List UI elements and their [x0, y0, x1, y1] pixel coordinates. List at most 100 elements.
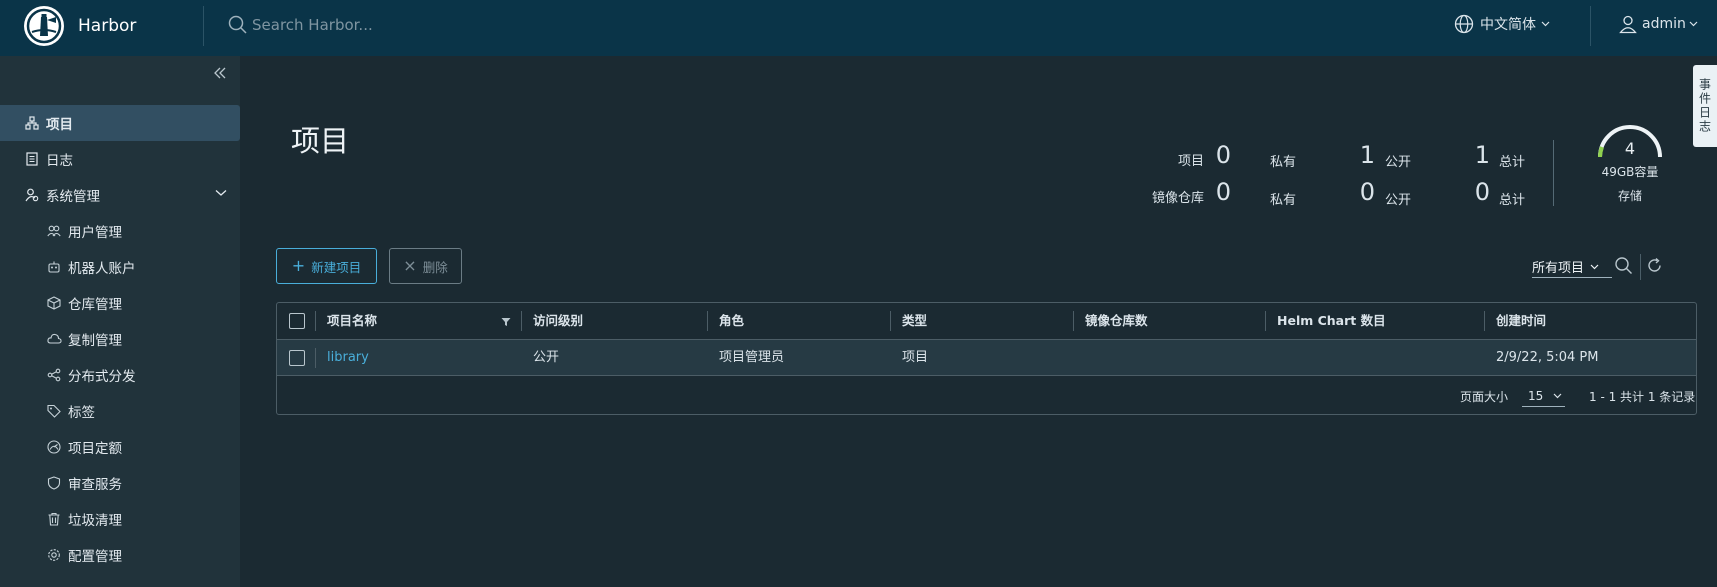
sidebar-item-label: 机器人账户: [68, 261, 136, 277]
gear-icon: [46, 547, 62, 563]
refresh-icon[interactable]: [1646, 257, 1663, 274]
column-header-type[interactable]: 类型: [892, 303, 927, 339]
search-icon: [228, 15, 247, 34]
quota-icon: [46, 439, 62, 455]
sidebar-item-label: 垃圾清理: [68, 513, 122, 529]
event-log-tab[interactable]: 事件日志: [1693, 65, 1717, 147]
toolbar-divider: [1640, 254, 1641, 280]
sidebar-item-labels[interactable]: 标签: [0, 393, 240, 429]
log-icon: [24, 151, 40, 167]
sidebar-item-label: 仓库管理: [68, 297, 122, 313]
robot-icon: [46, 259, 62, 275]
page-size-select[interactable]: 15: [1522, 385, 1565, 407]
chevron-down-icon: [1541, 21, 1550, 27]
pagination-info: 1 - 1 共计 1 条记录: [1589, 390, 1696, 404]
column-divider: [1073, 311, 1074, 331]
column-header-chart-count[interactable]: Helm Chart 数目: [1267, 303, 1386, 339]
sidebar-item-quotas[interactable]: 项目定额: [0, 429, 240, 465]
row-checkbox[interactable]: [289, 350, 305, 366]
language-switcher[interactable]: 中文简体: [1454, 14, 1550, 34]
collapse-sidebar-button[interactable]: [213, 65, 227, 84]
sidebar-item-label: 审查服务: [68, 477, 122, 493]
delete-label: 删除: [422, 259, 448, 275]
sidebar-item-users[interactable]: 用户管理: [0, 213, 240, 249]
globe-icon: [1454, 14, 1474, 34]
stats-private-label: 私有: [1270, 193, 1297, 208]
column-divider: [707, 311, 708, 331]
sidebar-item-admin[interactable]: 系统管理: [0, 177, 240, 213]
chevron-down-icon: [1590, 264, 1599, 269]
chevron-down-icon: [1689, 21, 1698, 27]
sidebar: 项目 日志 系统管理 用户管理 机器人账户 仓库管理 复制管理 分布式分发 标签…: [0, 56, 240, 587]
stats-divider: [1553, 140, 1554, 206]
sidebar-item-label: 分布式分发: [68, 369, 136, 385]
share-icon: [46, 367, 62, 383]
delete-button[interactable]: × 删除: [389, 248, 462, 284]
sidebar-item-label: 项目: [46, 117, 73, 133]
projects-table: 项目名称 访问级别 角色 类型 镜像仓库数 Helm Chart 数目 创建时间…: [276, 302, 1697, 415]
stats-public-label: 公开: [1385, 155, 1412, 170]
column-divider: [1265, 311, 1266, 331]
cell-access: 公开: [533, 349, 560, 365]
cell-type: 项目: [902, 349, 929, 365]
sidebar-item-logs[interactable]: 日志: [0, 141, 240, 177]
column-header-created[interactable]: 创建时间: [1486, 303, 1546, 339]
sidebar-item-distribution[interactable]: 分布式分发: [0, 357, 240, 393]
brand[interactable]: Harbor: [24, 6, 136, 46]
harbor-logo-icon: [24, 6, 64, 46]
sidebar-item-replication[interactable]: 复制管理: [0, 321, 240, 357]
sidebar-item-scanners[interactable]: 审查服务: [0, 465, 240, 501]
double-chevron-left-icon: [214, 67, 226, 79]
admin-icon: [24, 187, 40, 203]
sidebar-item-gc[interactable]: 垃圾清理: [0, 501, 240, 537]
filter-label: 所有项目: [1532, 261, 1585, 276]
search-icon[interactable]: [1614, 256, 1633, 275]
sidebar-item-label: 配置管理: [68, 549, 122, 565]
page-title: 项目: [291, 124, 350, 158]
table-header: 项目名称 访问级别 角色 类型 镜像仓库数 Helm Chart 数目 创建时间: [277, 303, 1696, 339]
column-header-name[interactable]: 项目名称: [317, 303, 377, 339]
box-icon: [46, 295, 62, 311]
search-input[interactable]: [252, 16, 552, 34]
sidebar-item-label: 复制管理: [68, 333, 122, 349]
global-search[interactable]: [228, 15, 552, 35]
trash-icon: [46, 511, 62, 527]
user-menu[interactable]: admin: [1618, 14, 1698, 34]
column-divider: [521, 311, 522, 331]
sidebar-item-config[interactable]: 配置管理: [0, 537, 240, 573]
sidebar-item-label: 项目定额: [68, 441, 122, 457]
new-project-label: 新建项目: [311, 259, 362, 275]
storage-count: 4: [1624, 139, 1636, 158]
column-header-access[interactable]: 访问级别: [523, 303, 583, 339]
stats-project-total: 1: [1474, 141, 1490, 169]
page-size-value: 15: [1528, 388, 1544, 403]
header-divider: [1590, 6, 1591, 46]
new-project-button[interactable]: + 新建项目: [276, 248, 377, 284]
chevron-down-icon: [1553, 393, 1562, 398]
top-header: Harbor 中文简体 admin: [0, 0, 1717, 56]
sidebar-item-robots[interactable]: 机器人账户: [0, 249, 240, 285]
table-footer: 页面大小 15 1 - 1 共计 1 条记录: [277, 376, 1696, 414]
page-size-label: 页面大小: [1460, 390, 1509, 404]
cell-role: 项目管理员: [719, 349, 785, 365]
stats-private-label: 私有: [1270, 155, 1297, 170]
column-header-role[interactable]: 角色: [709, 303, 744, 339]
sidebar-item-projects[interactable]: 项目: [0, 105, 240, 141]
stats-project-public: 1: [1359, 141, 1375, 169]
close-icon: ×: [403, 256, 417, 275]
header-divider: [203, 6, 204, 46]
stats-total-label: 总计: [1499, 193, 1526, 208]
stats-project-private: 0: [1215, 141, 1231, 169]
select-all-checkbox[interactable]: [289, 313, 305, 329]
column-divider: [1484, 311, 1485, 331]
column-divider: [315, 348, 316, 368]
table-row[interactable]: library 公开 项目管理员 项目 2/9/22, 5:04 PM: [277, 339, 1696, 376]
sidebar-item-registries[interactable]: 仓库管理: [0, 285, 240, 321]
stats-repo-public: 0: [1359, 178, 1375, 206]
column-divider: [315, 311, 316, 331]
storage-label: 存储: [1617, 189, 1642, 203]
project-filter-select[interactable]: 所有项目: [1532, 256, 1612, 278]
column-header-repo-count[interactable]: 镜像仓库数: [1075, 303, 1148, 339]
project-name-link[interactable]: library: [317, 340, 369, 376]
filter-icon[interactable]: [501, 317, 511, 327]
